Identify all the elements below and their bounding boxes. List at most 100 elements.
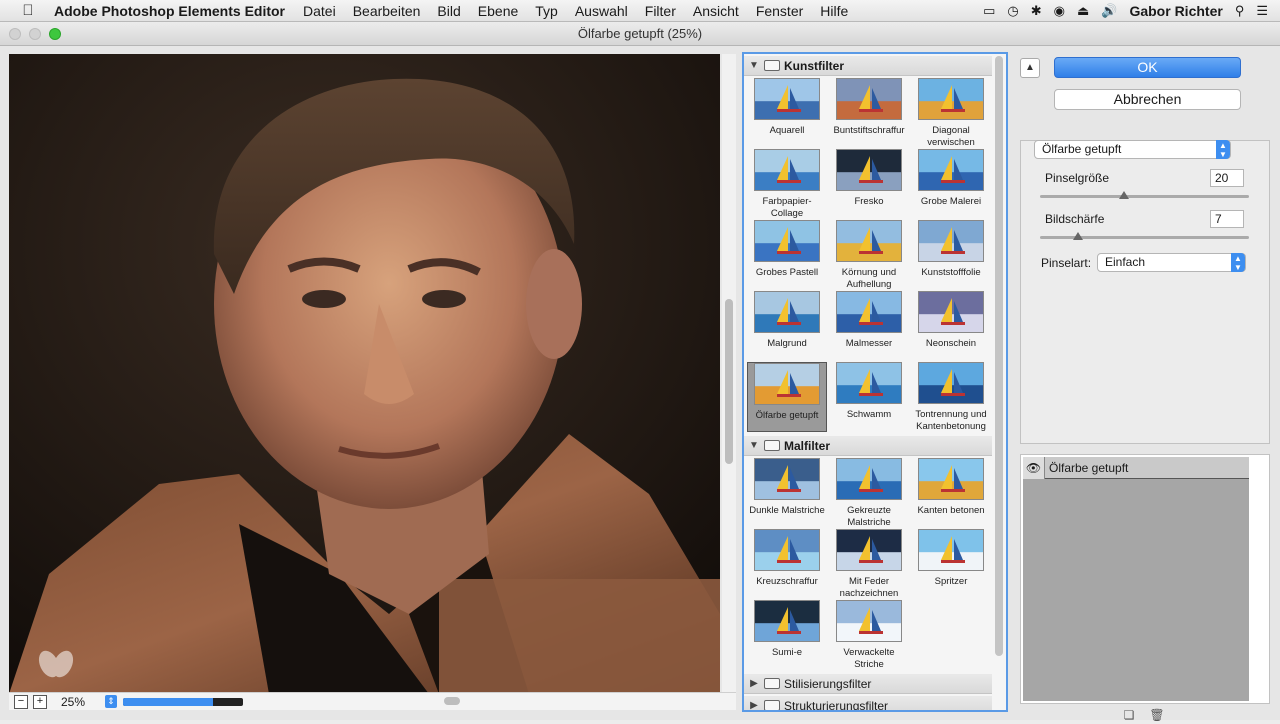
preview-vertical-scrollbar[interactable]: [722, 54, 736, 694]
filter-thumbnail[interactable]: Grobe Malerei: [911, 149, 991, 219]
menu-ebene[interactable]: Ebene: [478, 3, 518, 19]
new-effect-layer-icon[interactable]: ❏: [1120, 706, 1138, 724]
filter-preview-image: [836, 600, 902, 642]
filter-thumbnail[interactable]: Verwackelte Striche: [829, 600, 909, 670]
menu-hilfe[interactable]: Hilfe: [820, 3, 848, 19]
minimize-window-button[interactable]: [29, 28, 41, 40]
zoom-slider[interactable]: [123, 697, 243, 706]
menu-filter[interactable]: Filter: [645, 3, 676, 19]
wifi-icon[interactable]: ◉: [1054, 3, 1065, 19]
horizontal-scroll-thumb[interactable]: [444, 697, 460, 705]
brush-size-slider[interactable]: [1040, 195, 1249, 198]
brush-size-input[interactable]: 20: [1210, 169, 1244, 187]
menu-datei[interactable]: Datei: [303, 3, 336, 19]
disclosure-down-icon[interactable]: ▼: [746, 440, 762, 451]
brush-type-value: Einfach: [1105, 255, 1146, 269]
filter-thumbnail[interactable]: Aquarell: [747, 78, 827, 148]
filter-thumbnail[interactable]: Buntstiftschraffur: [829, 78, 909, 148]
sailboat-icon: [859, 156, 883, 183]
menu-typ[interactable]: Typ: [535, 3, 558, 19]
filter-select[interactable]: Ölfarbe getupft ▲ ▼: [1034, 140, 1231, 159]
sailboat-icon: [777, 607, 801, 634]
filter-thumbnail[interactable]: Kreuzschraffur: [747, 529, 827, 599]
filter-thumbnail[interactable]: Neonschein: [911, 291, 991, 361]
brush-type-select[interactable]: Einfach ▲ ▼: [1097, 253, 1246, 272]
category-1[interactable]: ▼ Malfilter: [744, 436, 992, 456]
folder-icon: [764, 440, 780, 451]
filter-preview-image: [754, 529, 820, 571]
time-machine-icon[interactable]: ◷: [1007, 3, 1018, 19]
menu-fenster[interactable]: Fenster: [756, 3, 803, 19]
brush-size-label: Pinselgröße: [1045, 171, 1110, 185]
menu-auswahl[interactable]: Auswahl: [575, 3, 628, 19]
volume-icon[interactable]: 🔊: [1101, 3, 1117, 19]
sharpness-slider[interactable]: [1040, 236, 1249, 239]
disclosure-right-icon[interactable]: ▶: [746, 700, 762, 710]
apple-icon[interactable]: : [18, 2, 38, 19]
menu-ansicht[interactable]: Ansicht: [693, 3, 739, 19]
gallery-scroll-thumb[interactable]: [995, 56, 1003, 656]
filter-label: Mit Feder nachzeichnen: [839, 576, 899, 599]
filter-thumbnail[interactable]: Malgrund: [747, 291, 827, 361]
filter-preview-image: [754, 220, 820, 262]
filter-thumbnail[interactable]: Grobes Pastell: [747, 220, 827, 290]
filter-thumbnail[interactable]: Kunststofffolie: [911, 220, 991, 290]
preview-canvas[interactable]: [9, 54, 720, 694]
filter-thumbnail[interactable]: Kanten betonen: [911, 458, 991, 528]
brush-size-slider-knob[interactable]: [1118, 191, 1129, 199]
filter-thumbnail[interactable]: Schwamm: [829, 362, 909, 432]
zoom-out-button[interactable]: −: [14, 694, 28, 709]
filter-thumbnail[interactable]: Spritzer: [911, 529, 991, 599]
sailboat-icon: [777, 465, 801, 492]
filter-thumbnail[interactable]: Tontrennung und Kantenbetonung: [911, 362, 991, 432]
zoom-dropdown-icon[interactable]: ⇕: [105, 695, 117, 708]
folder-icon: [764, 678, 780, 689]
filter-thumbnail[interactable]: Malmesser: [829, 291, 909, 361]
category-0[interactable]: ▼ Kunstfilter: [744, 56, 992, 76]
battery-icon[interactable]: ▭: [983, 3, 995, 19]
cancel-button[interactable]: Abbrechen: [1054, 89, 1241, 110]
filter-select-value: Ölfarbe getupft: [1042, 142, 1122, 156]
sailboat-icon: [941, 298, 965, 325]
app-name-menu[interactable]: Adobe Photoshop Elements Editor: [54, 3, 285, 19]
filter-label: Tontrennung und Kantenbetonung: [915, 409, 987, 432]
category-name: Malfilter: [784, 438, 831, 453]
sharpness-input[interactable]: 7: [1210, 210, 1244, 228]
filter-label: Verwackelte Striche: [843, 647, 895, 670]
bluetooth-icon[interactable]: ✱: [1031, 3, 1042, 19]
eject-icon[interactable]: ⏏: [1077, 3, 1089, 19]
filter-thumbnail[interactable]: Mit Feder nachzeichnen: [829, 529, 909, 599]
scroll-thumb[interactable]: [725, 299, 733, 464]
filter-thumbnail[interactable]: Farbpapier-Collage: [747, 149, 827, 219]
spotlight-search-icon[interactable]: ⚲: [1235, 3, 1245, 19]
disclosure-right-icon[interactable]: ▶: [746, 678, 762, 689]
filter-thumbnail[interactable]: Fresko: [829, 149, 909, 219]
filter-thumbnail[interactable]: Körnung und Aufhellung: [829, 220, 909, 290]
filter-thumbnail[interactable]: Dunkle Malstriche: [747, 458, 827, 528]
sharpness-slider-knob[interactable]: [1072, 232, 1083, 240]
filter-label: Fresko: [854, 196, 884, 207]
zoom-window-button[interactable]: [49, 28, 61, 40]
zoom-value[interactable]: 25%: [61, 695, 101, 709]
effect-layer-row[interactable]: 👁 Ölfarbe getupft: [1023, 456, 1249, 479]
category-2[interactable]: ▶ Stilisierungsfilter: [744, 674, 992, 694]
notification-list-icon[interactable]: ☰: [1256, 3, 1268, 19]
filter-label: Farbpapier-Collage: [762, 196, 812, 219]
delete-effect-layer-icon[interactable]: 🗑: [1148, 706, 1166, 724]
disclosure-down-icon[interactable]: ▼: [746, 60, 762, 71]
filter-thumbnail[interactable]: Diagonal verwischen: [911, 78, 991, 148]
gallery-scrollbar[interactable]: [995, 56, 1003, 656]
filter-thumbnail[interactable]: Gekreuzte Malstriche: [829, 458, 909, 528]
filter-thumbnail[interactable]: Ölfarbe getupft: [747, 362, 827, 432]
collapse-gallery-button[interactable]: ▲: [1020, 58, 1040, 78]
visibility-eye-icon[interactable]: 👁: [1023, 456, 1045, 479]
ok-button[interactable]: OK: [1054, 57, 1241, 78]
category-3[interactable]: ▶ Strukturierungsfilter: [744, 696, 992, 710]
user-name[interactable]: Gabor Richter: [1129, 3, 1222, 19]
menu-bild[interactable]: Bild: [437, 3, 460, 19]
portrait-photo: [9, 54, 720, 694]
close-window-button[interactable]: [9, 28, 21, 40]
zoom-in-button[interactable]: +: [33, 694, 47, 709]
menu-bearbeiten[interactable]: Bearbeiten: [353, 3, 421, 19]
filter-thumbnail[interactable]: Sumi-e: [747, 600, 827, 670]
